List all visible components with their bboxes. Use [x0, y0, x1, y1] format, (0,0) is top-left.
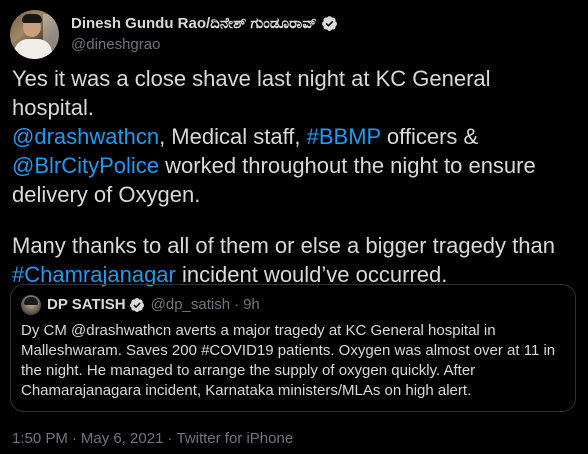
- tweet-paragraph-1: Yes it was a close shave last night at K…: [12, 64, 578, 209]
- separator-dot: ·: [71, 430, 77, 447]
- mention-link-blrcitypolice[interactable]: @BlrCityPolice: [12, 153, 159, 178]
- tweet-text-segment: Many thanks to all of them or else a big…: [12, 233, 555, 258]
- quoted-author-name[interactable]: DP SATISH: [47, 295, 126, 315]
- tweet-source[interactable]: Twitter for iPhone: [176, 430, 293, 448]
- tweet-text: Yes it was a close shave last night at K…: [12, 64, 578, 289]
- quoted-tweet-time[interactable]: 9h: [243, 295, 260, 315]
- quoted-author-handle[interactable]: @dp_satish: [151, 295, 230, 315]
- quoted-tweet-header: DP SATISH @dp_satish · 9h: [21, 295, 260, 315]
- tweet-meta: 1:50 PM · May 6, 2021 · Twitter for iPho…: [12, 430, 293, 448]
- tweet-date[interactable]: May 6, 2021: [81, 430, 164, 448]
- author-name-row: Dinesh Gundu Rao/ದಿನೇಶ್ ಗುಂಡೂರಾವ್: [71, 14, 338, 34]
- author-names: Dinesh Gundu Rao/ದಿನೇಶ್ ಗುಂಡೂರಾವ್ @dines…: [71, 14, 338, 55]
- quoted-tweet-card[interactable]: DP SATISH @dp_satish · 9h Dy CM @drashwa…: [10, 284, 576, 412]
- tweet-text-segment: , Medical staff,: [159, 124, 307, 149]
- tweet-paragraph-2: Many thanks to all of them or else a big…: [12, 231, 578, 289]
- separator-dot: ·: [167, 430, 173, 447]
- verified-badge-icon: [129, 297, 145, 313]
- tweet: Dinesh Gundu Rao/ದಿನೇಶ್ ಗುಂಡೂರಾವ್ @dines…: [0, 0, 588, 454]
- tweet-text-segment: Yes it was a close shave last night at K…: [12, 66, 491, 120]
- author-display-name[interactable]: Dinesh Gundu Rao/ದಿನೇಶ್ ಗುಂಡೂರಾವ್: [71, 14, 317, 34]
- quoted-author-avatar[interactable]: [21, 295, 41, 315]
- author-handle[interactable]: @dineshgrao: [71, 35, 338, 55]
- quoted-tweet-text: Dy CM @drashwathcn averts a major traged…: [21, 322, 556, 399]
- separator-dot: ·: [234, 296, 240, 313]
- hashtag-link-bbmp[interactable]: #BBMP: [307, 124, 381, 149]
- tweet-header: Dinesh Gundu Rao/ದಿನೇಶ್ ಗುಂಡೂರಾವ್ @dines…: [10, 8, 338, 60]
- verified-badge-icon: [321, 15, 338, 32]
- author-avatar[interactable]: [10, 9, 59, 59]
- mention-link-drashwathcn[interactable]: @drashwathcn: [12, 124, 159, 149]
- tweet-time[interactable]: 1:50 PM: [12, 430, 68, 448]
- tweet-text-segment: officers &: [380, 124, 479, 149]
